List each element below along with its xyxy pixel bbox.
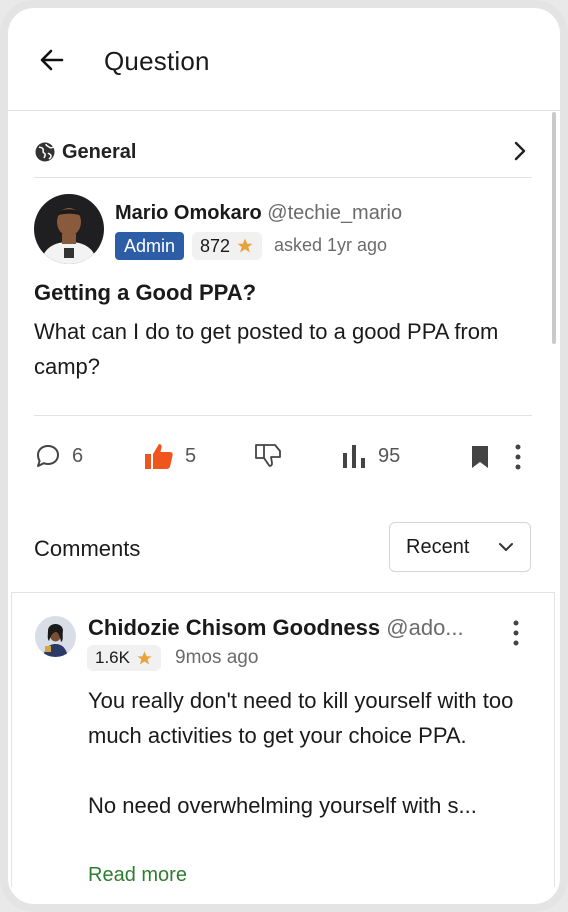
chevron-down-icon: [499, 543, 513, 551]
asked-time: asked 1yr ago: [274, 235, 388, 255]
views-action[interactable]: 95: [340, 440, 400, 472]
chevron-right-icon[interactable]: [508, 138, 532, 164]
thumbs-down-icon: [255, 444, 281, 467]
author-photo: [34, 194, 104, 264]
comment-paragraph: You really don't need to kill yourself w…: [88, 688, 514, 748]
author-avatar[interactable]: [34, 194, 104, 264]
likes-count: 5: [185, 444, 197, 467]
page-title: Question: [104, 46, 210, 76]
sort-dropdown[interactable]: Recent: [389, 522, 531, 572]
bookmark-icon[interactable]: [469, 444, 491, 470]
commenter-photo: [35, 616, 76, 657]
sort-selected: Recent: [406, 535, 470, 558]
author-name[interactable]: Mario Omokaro: [115, 202, 262, 224]
divider: [34, 415, 532, 416]
views-count: 95: [378, 444, 401, 467]
author-handle[interactable]: @techie_mario: [267, 202, 402, 224]
divider: [34, 177, 532, 178]
bar-chart-icon: [343, 445, 365, 468]
author-name-line: Mario Omokaro @techie_mario: [115, 202, 402, 225]
comment-time: 9mos ago: [175, 647, 259, 668]
comment-icon: [37, 445, 59, 467]
admin-badge: Admin: [115, 232, 185, 260]
category-link[interactable]: General: [34, 138, 136, 166]
author-points: 872: [200, 236, 231, 256]
thumbs-up-filled-icon: [145, 444, 173, 469]
question-body: What can I do to get posted to a good PP…: [34, 319, 499, 379]
commenter-avatar[interactable]: [35, 616, 76, 657]
author-points-badge: 872: [192, 232, 263, 260]
app-header: Question: [8, 8, 560, 111]
commenter-points-badge: 1.6K: [87, 645, 161, 671]
comments-heading: Comments: [34, 536, 141, 561]
comment-more-options-icon[interactable]: [506, 618, 526, 648]
comment-body: You really don't need to kill yourself w…: [88, 683, 538, 823]
more-options-icon[interactable]: [508, 442, 528, 472]
dislike-action[interactable]: [253, 440, 285, 472]
star-icon: [237, 238, 253, 253]
star-icon: [137, 650, 152, 665]
phone-screen: Question General Mario Omokaro @techie_m…: [0, 0, 568, 912]
commenter-handle[interactable]: @ado...: [386, 615, 463, 640]
comments-count: 6: [72, 444, 84, 467]
scrollbar[interactable]: [552, 112, 556, 344]
comments-action[interactable]: 6: [34, 440, 83, 472]
back-arrow-icon[interactable]: [36, 44, 68, 76]
commenter-name-line: Chidozie Chisom Goodness @ado...: [88, 615, 464, 641]
category-label: General: [62, 140, 137, 163]
question-title: Getting a Good PPA?: [34, 280, 257, 305]
read-more-link[interactable]: Read more: [88, 864, 187, 887]
like-action[interactable]: 5: [143, 440, 196, 472]
commenter-name[interactable]: Chidozie Chisom Goodness: [88, 615, 380, 640]
commenter-points: 1.6K: [95, 648, 130, 667]
globe-icon: [35, 142, 55, 162]
comment-paragraph: No need overwhelming yourself with s...: [88, 793, 477, 818]
